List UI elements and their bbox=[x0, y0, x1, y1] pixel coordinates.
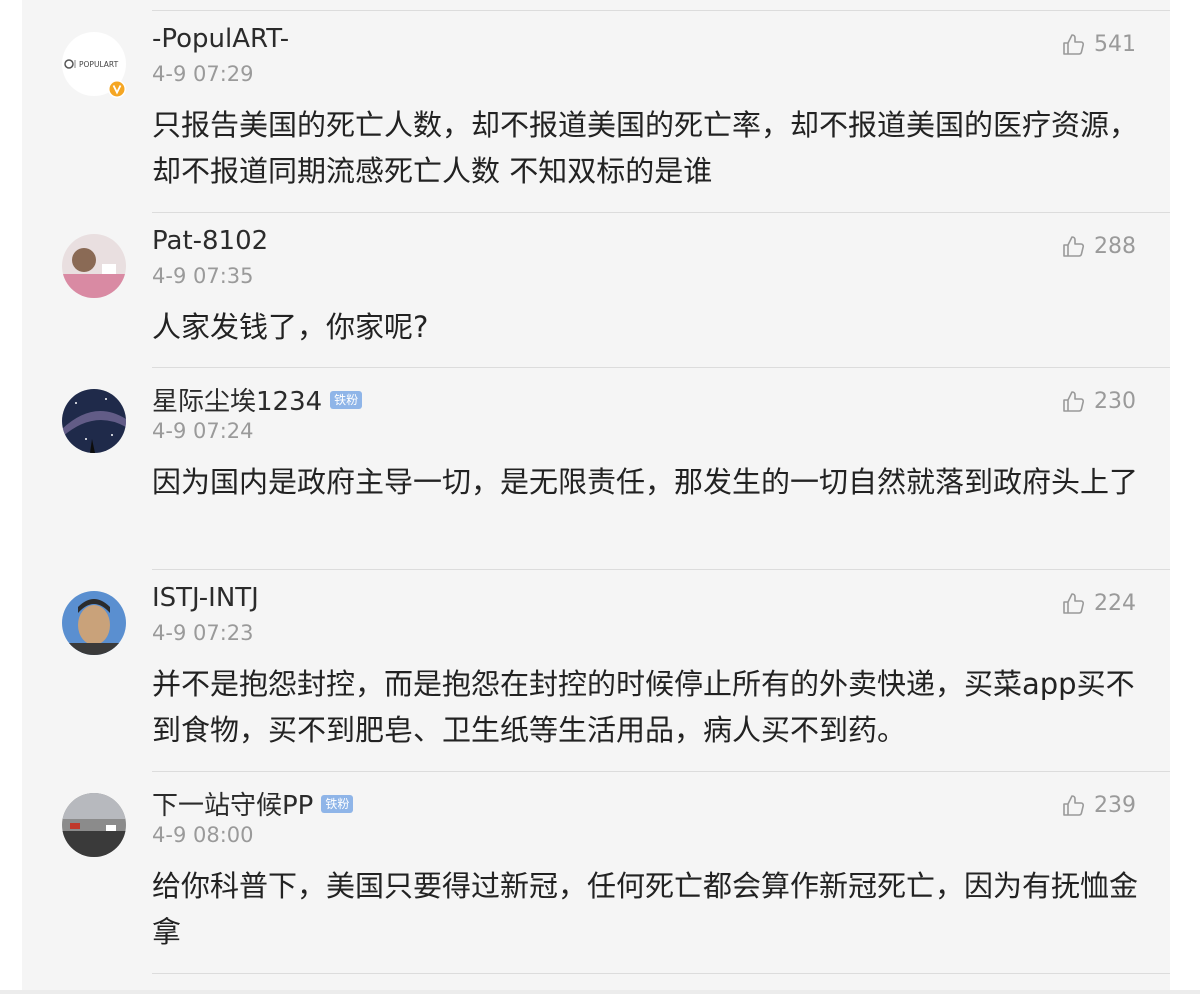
comment-list: POPULART -PopulART- 4-9 07:29 541 只报告美国的… bbox=[22, 0, 1170, 990]
fan-badge: 铁粉 bbox=[321, 794, 354, 813]
svg-text:POPULART: POPULART bbox=[79, 60, 119, 69]
timestamp: 4-9 08:00 bbox=[152, 823, 254, 847]
like-count: 541 bbox=[1094, 32, 1136, 57]
thumbs-up-icon[interactable] bbox=[1062, 794, 1086, 818]
timestamp: 4-9 07:29 bbox=[152, 62, 254, 86]
comment-text: 给你科普下，美国只要得过新冠，任何死亡都会算作新冠死亡，因为有抚恤金拿 bbox=[152, 869, 1139, 949]
thumbs-up-icon[interactable] bbox=[1062, 592, 1086, 616]
like-button[interactable]: 541 bbox=[1062, 32, 1136, 57]
avatar[interactable] bbox=[62, 389, 126, 453]
like-count: 230 bbox=[1094, 389, 1136, 414]
thumbs-up-icon[interactable] bbox=[1062, 33, 1086, 57]
comment-item: Pat-8102 4-9 07:35 288 人家发钱了，你家呢? bbox=[22, 212, 1170, 367]
like-count: 288 bbox=[1094, 234, 1136, 259]
thumbs-up-icon[interactable] bbox=[1062, 390, 1086, 414]
comment-text: 人家发钱了，你家呢? bbox=[152, 310, 429, 344]
divider bbox=[152, 973, 1170, 974]
like-count: 224 bbox=[1094, 591, 1136, 616]
comment-item: POPULART -PopulART- 4-9 07:29 541 只报告美国的… bbox=[22, 10, 1170, 212]
timestamp: 4-9 07:24 bbox=[152, 419, 254, 443]
comment-text: 并不是抱怨封控，而是抱怨在封控的时候停止所有的外卖快递，买菜app买不到食物，买… bbox=[152, 667, 1135, 747]
timestamp: 4-9 07:23 bbox=[152, 621, 254, 645]
comment-item: 星际尘埃1234 铁粉 4-9 07:24 230 因为国内是政府主导一切，是无… bbox=[22, 367, 1170, 569]
avatar[interactable] bbox=[62, 234, 126, 298]
comment-text: 因为国内是政府主导一切，是无限责任，那发生的一切自然就落到政府头上了 bbox=[152, 465, 1139, 499]
username[interactable]: -PopulART- bbox=[152, 24, 289, 54]
bottom-edge bbox=[0, 990, 1200, 994]
like-button[interactable]: 230 bbox=[1062, 389, 1136, 414]
username[interactable]: ISTJ-INTJ bbox=[152, 583, 259, 613]
avatar[interactable] bbox=[62, 793, 126, 857]
fan-badge: 铁粉 bbox=[330, 390, 363, 409]
timestamp: 4-9 07:35 bbox=[152, 264, 254, 288]
like-button[interactable]: 224 bbox=[1062, 591, 1136, 616]
comment-text: 只报告美国的死亡人数，却不报道美国的死亡率，却不报道美国的医疗资源，却不报道同期… bbox=[152, 108, 1139, 188]
username[interactable]: Pat-8102 bbox=[152, 226, 268, 256]
like-button[interactable]: 288 bbox=[1062, 234, 1136, 259]
like-count: 239 bbox=[1094, 793, 1136, 818]
avatar[interactable]: POPULART bbox=[62, 32, 126, 98]
avatar[interactable] bbox=[62, 591, 126, 655]
like-button[interactable]: 239 bbox=[1062, 793, 1136, 818]
username[interactable]: 星际尘埃1234 铁粉 bbox=[152, 381, 363, 418]
thumbs-up-icon[interactable] bbox=[1062, 235, 1086, 259]
comment-item: 下一站守候PP 铁粉 4-9 08:00 239 给你科普下，美国只要得过新冠，… bbox=[22, 771, 1170, 973]
username[interactable]: 下一站守候PP 铁粉 bbox=[152, 785, 354, 822]
comment-item: ISTJ-INTJ 4-9 07:23 224 并不是抱怨封控，而是抱怨在封控的… bbox=[22, 569, 1170, 771]
